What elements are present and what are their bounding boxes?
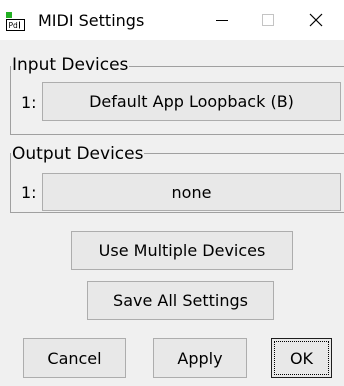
pd-app-icon: Pd	[6, 12, 26, 32]
input-device-select-button[interactable]: Default App Loopback (B)	[42, 82, 341, 121]
ok-button[interactable]: OK	[271, 338, 332, 378]
maximize-button	[245, 0, 291, 40]
output-device-select-button[interactable]: none	[42, 173, 341, 211]
minimize-icon	[216, 20, 228, 21]
close-icon	[309, 13, 323, 27]
use-multiple-devices-button[interactable]: Use Multiple Devices	[71, 231, 293, 270]
cancel-button[interactable]: Cancel	[23, 338, 126, 378]
title-bar[interactable]: Pd MIDI Settings	[0, 0, 344, 40]
input-device-number: 1:	[21, 93, 37, 112]
apply-button[interactable]: Apply	[153, 338, 247, 378]
close-button[interactable]	[293, 0, 339, 40]
maximize-icon	[262, 14, 274, 26]
minimize-button[interactable]	[199, 0, 245, 40]
window-title: MIDI Settings	[38, 11, 145, 30]
save-all-settings-button[interactable]: Save All Settings	[87, 281, 274, 320]
svg-text:Pd: Pd	[9, 21, 19, 30]
output-devices-label: Output Devices	[11, 144, 145, 164]
input-devices-label: Input Devices	[11, 55, 130, 75]
output-device-number: 1:	[21, 183, 37, 202]
